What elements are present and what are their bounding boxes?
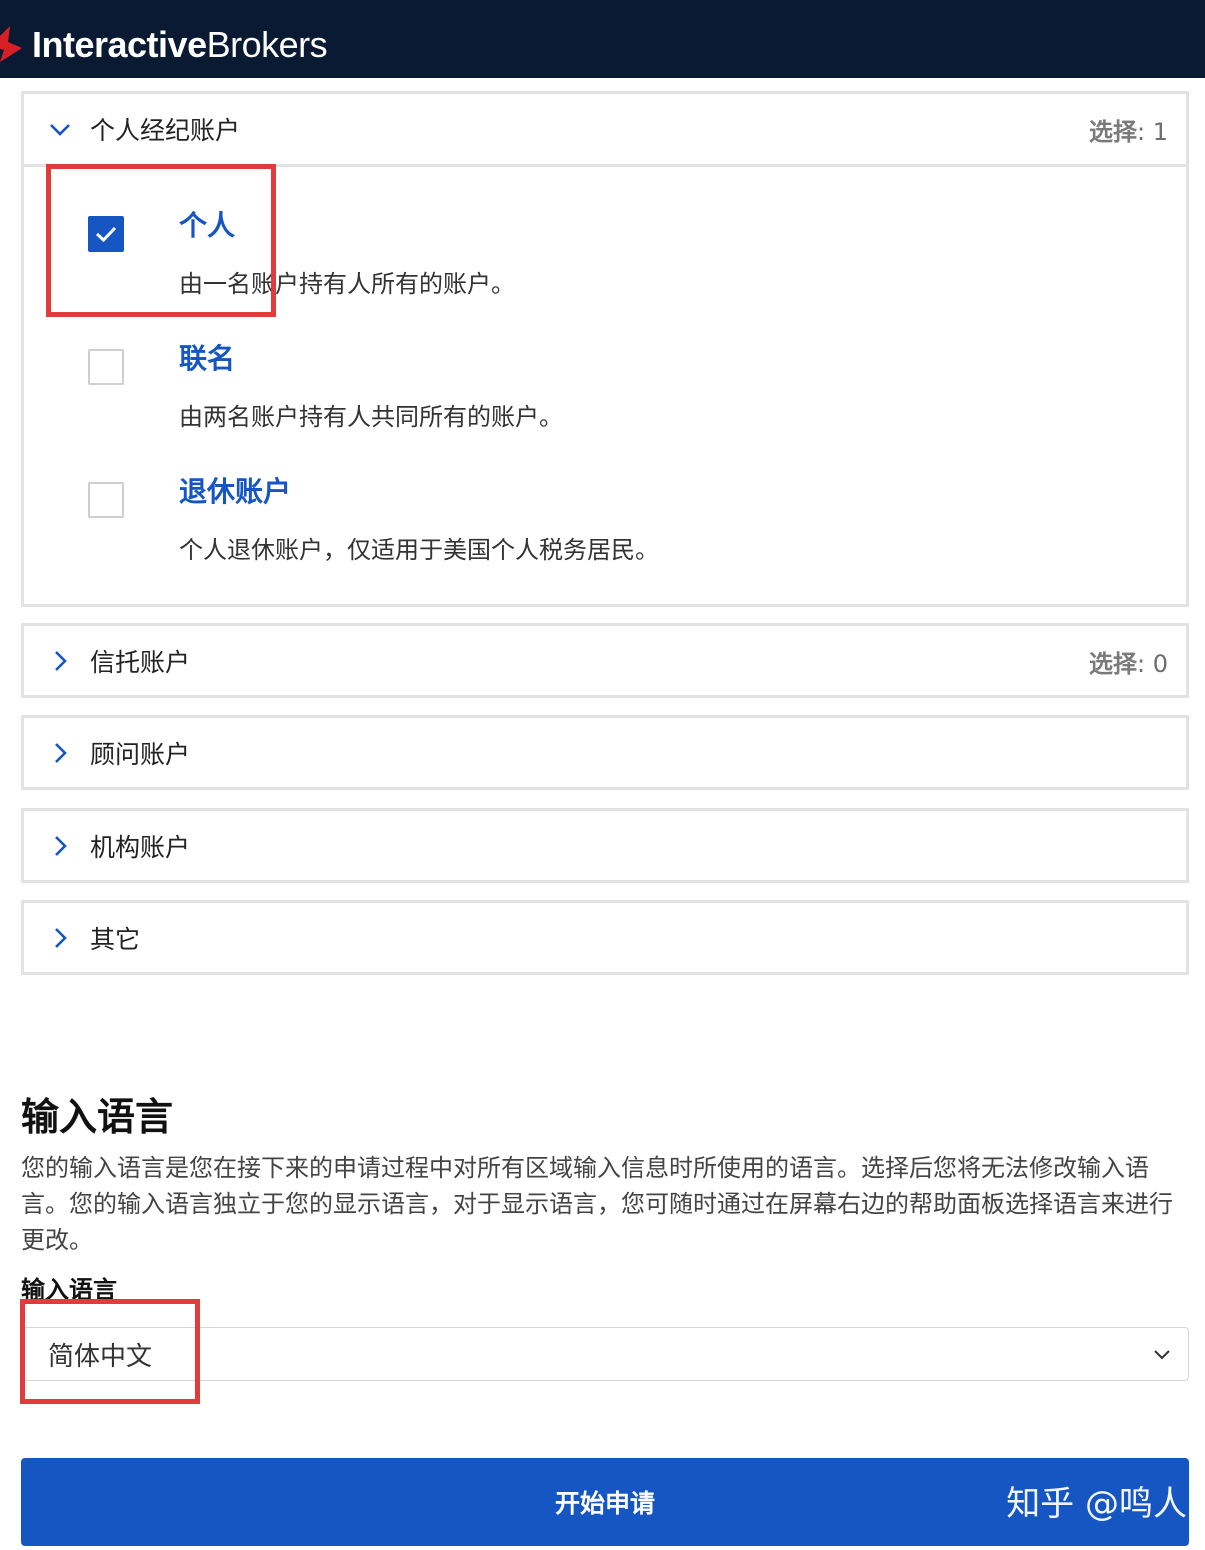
panel-advisor[interactable]: 顾问账户 [21,715,1189,790]
panel-header-individual[interactable]: 个人经纪账户 选择: 1 [24,94,1186,167]
watermark-text: 知乎 @鸣人 [1006,1484,1187,1524]
chevron-right-icon [46,739,74,767]
input-language-select[interactable]: 简体中文 [21,1327,1189,1381]
panel-header-advisor[interactable]: 顾问账户 [24,718,1186,788]
chevron-right-icon [46,647,74,675]
input-language-field-label: 输入语言 [21,1276,117,1304]
panel-title: 信托账户 [90,648,191,677]
logo-mark-icon [0,22,26,68]
top-navigation-bar: InteractiveBrokers [0,0,1205,78]
panel-header-trust[interactable]: 信托账户 选择: 0 [24,626,1186,696]
checkbox-individual[interactable] [88,216,124,252]
chevron-down-icon [46,115,74,143]
panel-title: 其它 [90,925,141,954]
panel-title: 顾问账户 [90,740,191,769]
start-application-label: 开始申请 [554,1490,655,1518]
input-language-heading: 输入语言 [21,1095,174,1139]
selection-count: 选择: 1 [1089,117,1168,146]
input-language-description: 您的输入语言是您在接下来的申请过程中对所有区域输入信息时所使用的语言。选择后您将… [21,1154,1173,1254]
option-description: 个人退休账户，仅适用于美国个人税务居民。 [179,536,659,564]
option-title[interactable]: 个人 [179,204,235,244]
panel-header-other[interactable]: 其它 [24,903,1186,973]
checkmark-icon [95,226,117,243]
panel-title: 机构账户 [90,833,191,862]
panel-header-institution[interactable]: 机构账户 [24,811,1186,881]
panel-trust[interactable]: 信托账户 选择: 0 [21,623,1189,698]
chevron-down-icon [1150,1342,1174,1366]
logo-text: InteractiveBrokers [32,24,328,65]
option-description: 由一名账户持有人所有的账户。 [179,270,515,298]
panel-other[interactable]: 其它 [21,900,1189,975]
panel-title: 个人经纪账户 [90,116,241,145]
selection-count: 选择: 0 [1089,649,1168,678]
panel-individual-brokerage: 个人经纪账户 选择: 1 个人 由一名账户持有人所有的账户。 联名 由两名账户持… [21,91,1189,607]
option-description: 由两名账户持有人共同所有的账户。 [179,403,563,431]
chevron-right-icon [46,924,74,952]
interactive-brokers-logo[interactable]: InteractiveBrokers [0,22,328,68]
option-title[interactable]: 退休账户 [179,470,291,510]
selected-language: 简体中文 [48,1341,153,1372]
checkbox-joint[interactable] [88,349,124,385]
chevron-right-icon [46,832,74,860]
panel-institution[interactable]: 机构账户 [21,808,1189,883]
checkbox-retirement[interactable] [88,482,124,518]
option-title[interactable]: 联名 [179,337,235,377]
